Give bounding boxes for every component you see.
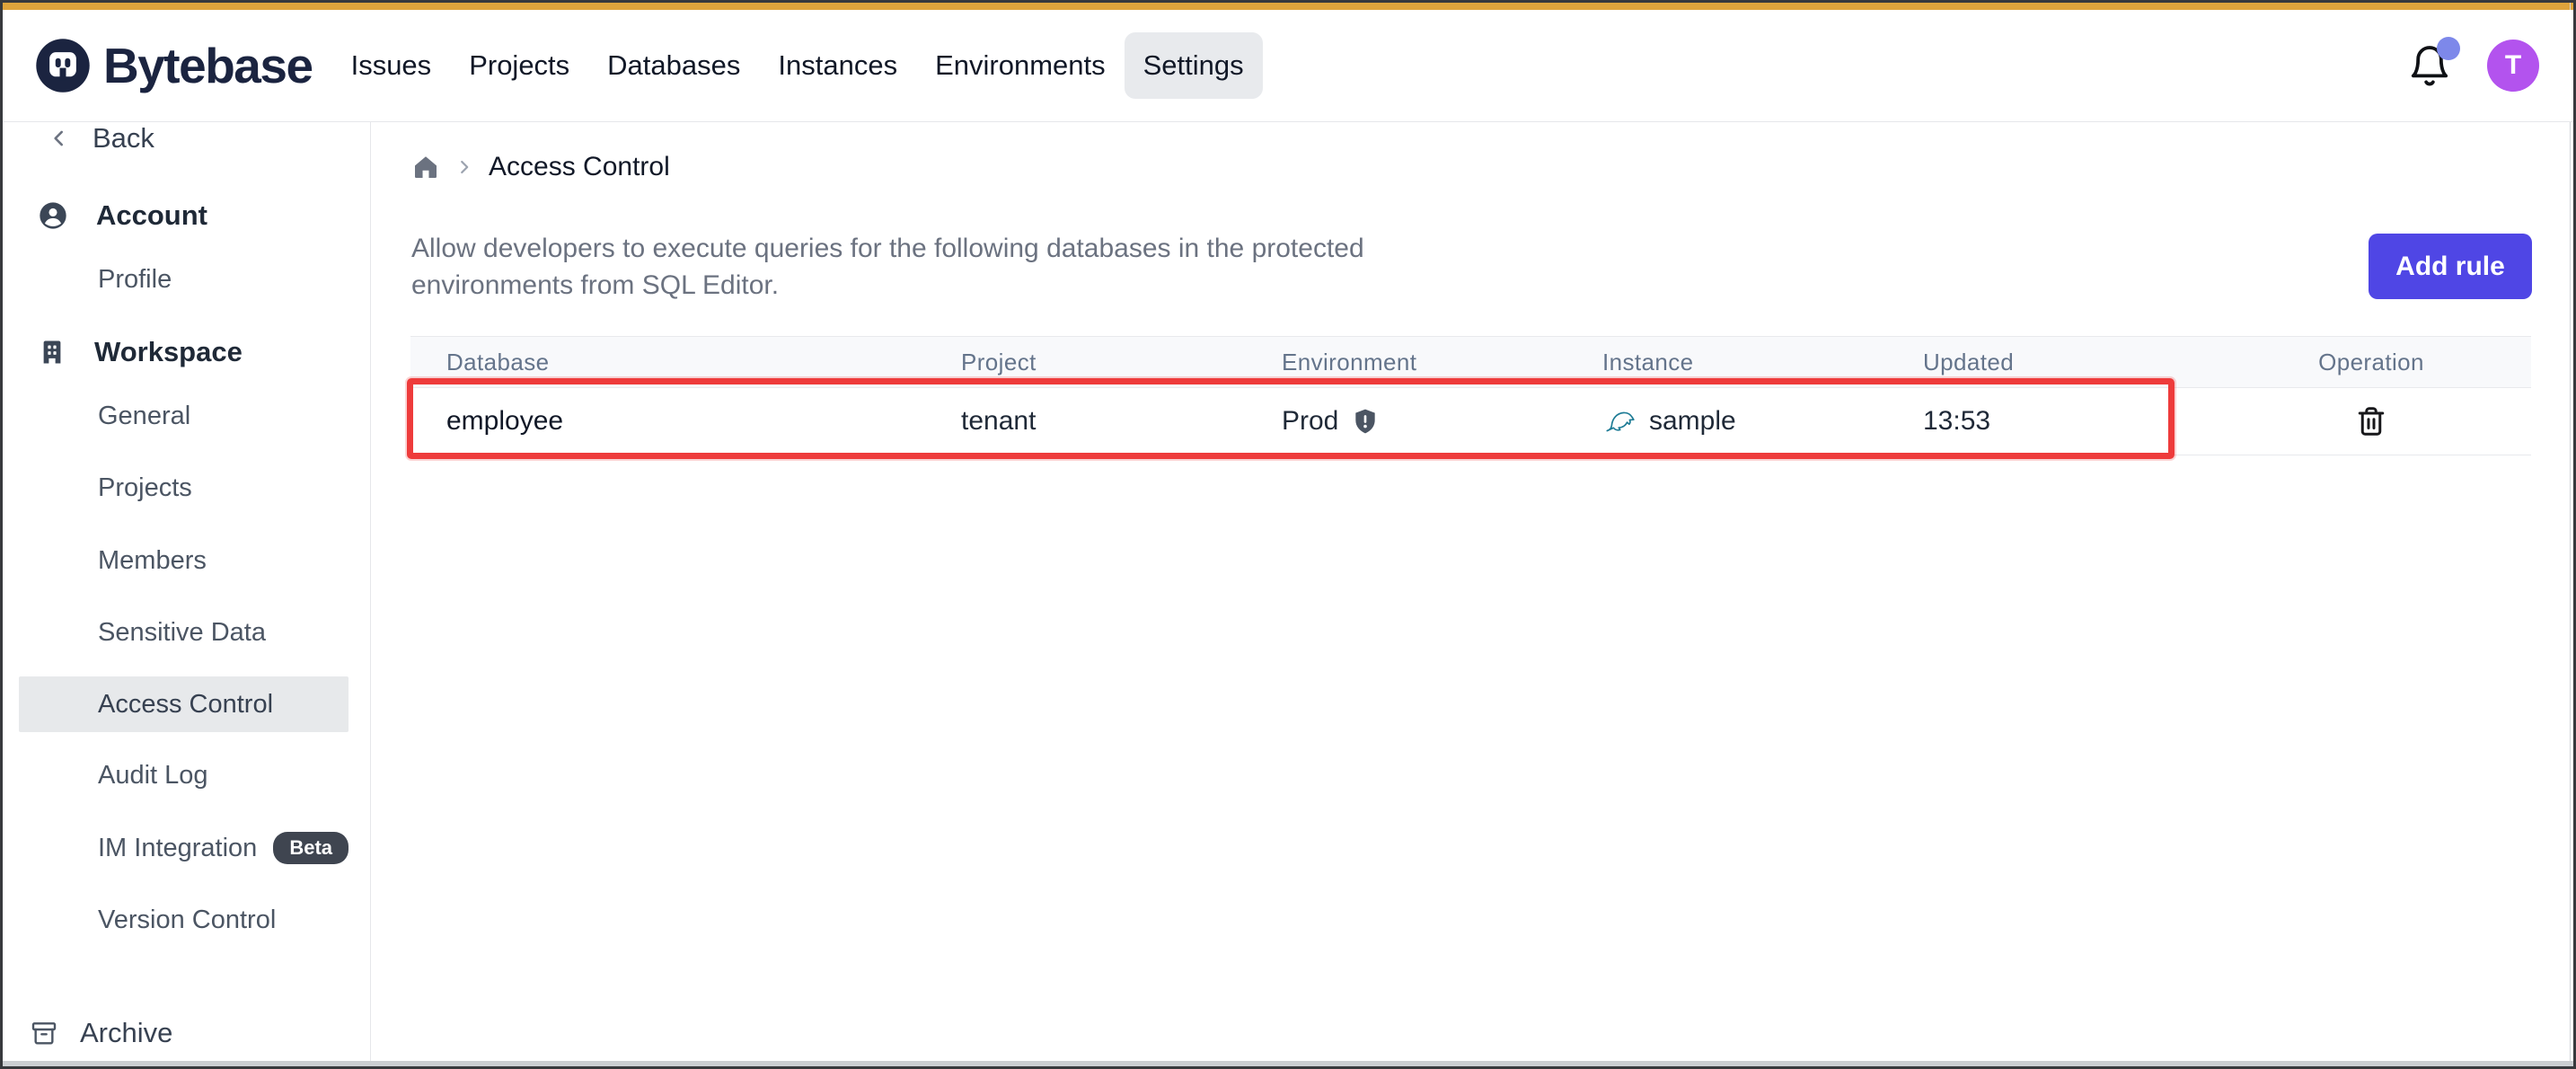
back-button[interactable]: Back — [3, 122, 370, 160]
sidebar-item-label: Archive — [80, 1017, 172, 1049]
delete-rule-button[interactable] — [2351, 402, 2391, 441]
add-rule-button[interactable]: Add rule — [2369, 234, 2532, 299]
navbar-right: T — [2408, 40, 2539, 92]
cell-environment: Prod — [1246, 406, 1566, 437]
table-row: employee tenant Prod — [410, 388, 2531, 455]
sidebar-item-label: Access Control — [98, 690, 273, 720]
cell-project: tenant — [925, 406, 1246, 437]
column-project: Project — [925, 349, 1246, 376]
column-updated: Updated — [1887, 349, 2211, 376]
account-icon — [39, 201, 67, 230]
sidebar-item-label: Audit Log — [98, 761, 208, 791]
database-name: employee — [446, 406, 563, 437]
project-name: tenant — [961, 406, 1036, 437]
sidebar-item-audit-log[interactable]: Audit Log — [3, 749, 370, 801]
breadcrumb: Access Control — [411, 147, 670, 187]
sidebar-item-label: General — [98, 402, 190, 431]
updated-time: 13:53 — [1923, 406, 1990, 437]
sidebar-item-projects[interactable]: Projects — [3, 462, 370, 514]
section-label: Workspace — [94, 336, 243, 368]
back-label: Back — [93, 122, 154, 155]
top-accent-bar — [3, 3, 2573, 10]
sidebar-item-label: Members — [98, 546, 207, 576]
chevron-left-icon — [48, 127, 71, 150]
sidebar-item-label: IM Integration — [98, 834, 257, 863]
environment-name: Prod — [1282, 406, 1338, 437]
notification-bell[interactable] — [2408, 44, 2451, 87]
sidebar-section-workspace: Workspace — [3, 326, 370, 378]
chevron-right-icon — [454, 157, 474, 177]
cell-database: employee — [410, 406, 925, 437]
workspace-icon — [39, 339, 66, 366]
bytebase-logo[interactable]: Bytebase — [35, 37, 313, 94]
beta-badge: Beta — [273, 832, 348, 864]
table-header: Database Project Environment Instance Up… — [410, 336, 2531, 388]
sidebar-item-im-integration[interactable]: IM Integration Beta — [3, 822, 370, 874]
column-database: Database — [410, 349, 925, 376]
window-right-edge — [2570, 3, 2571, 1061]
access-rules-table: Database Project Environment Instance Up… — [410, 336, 2531, 455]
sidebar-item-access-control[interactable]: Access Control — [19, 676, 348, 732]
nav-instances[interactable]: Instances — [759, 32, 916, 99]
nav-issues[interactable]: Issues — [332, 32, 451, 99]
nav-projects[interactable]: Projects — [450, 32, 588, 99]
notification-dot — [2437, 37, 2460, 60]
sidebar-item-label: Version Control — [98, 906, 276, 935]
nav-environments[interactable]: Environments — [916, 32, 1125, 99]
sidebar-item-archive[interactable]: Archive — [3, 1007, 370, 1059]
trash-icon — [2355, 405, 2387, 437]
settings-sidebar: Back Account Profile — [3, 122, 371, 1064]
user-avatar[interactable]: T — [2487, 40, 2539, 92]
sidebar-item-sensitive-data[interactable]: Sensitive Data — [3, 606, 370, 658]
cell-updated: 13:53 — [1887, 406, 2211, 437]
brand-name: Bytebase — [103, 37, 313, 94]
page-description: Allow developers to execute queries for … — [411, 230, 1364, 304]
content-area: Back Account Profile — [3, 122, 2573, 1064]
nav-settings[interactable]: Settings — [1125, 32, 1263, 99]
breadcrumb-current: Access Control — [489, 152, 670, 182]
top-navbar: Bytebase Issues Projects Databases Insta… — [3, 10, 2573, 122]
app-window: Bytebase Issues Projects Databases Insta… — [0, 0, 2576, 1069]
mysql-dolphin-icon — [1602, 404, 1636, 438]
sidebar-item-label: Profile — [98, 265, 172, 295]
sidebar-item-profile[interactable]: Profile — [3, 253, 370, 305]
column-environment: Environment — [1246, 349, 1566, 376]
cell-instance: sample — [1566, 404, 1887, 438]
sidebar-item-label: Projects — [98, 473, 192, 503]
nav-databases[interactable]: Databases — [588, 32, 759, 99]
home-icon[interactable] — [411, 153, 440, 181]
sidebar-item-general[interactable]: General — [3, 390, 370, 442]
bytebase-logo-icon — [35, 38, 91, 93]
sidebar-item-label: Sensitive Data — [98, 618, 266, 648]
sidebar-item-members[interactable]: Members — [3, 534, 370, 587]
sidebar-section-account: Account — [3, 190, 370, 242]
main-nav: Issues Projects Databases Instances Envi… — [332, 32, 1263, 99]
sidebar-item-version-control[interactable]: Version Control — [3, 894, 370, 946]
column-instance: Instance — [1566, 349, 1887, 376]
archive-icon — [30, 1019, 58, 1047]
shield-alert-icon — [1351, 407, 1380, 436]
window-bottom-edge — [3, 1061, 2573, 1066]
cell-operation — [2211, 402, 2531, 441]
section-label: Account — [96, 199, 207, 232]
access-control-page: Access Control Allow developers to execu… — [371, 122, 2573, 1064]
column-operation: Operation — [2211, 349, 2531, 376]
instance-name: sample — [1649, 406, 1736, 437]
